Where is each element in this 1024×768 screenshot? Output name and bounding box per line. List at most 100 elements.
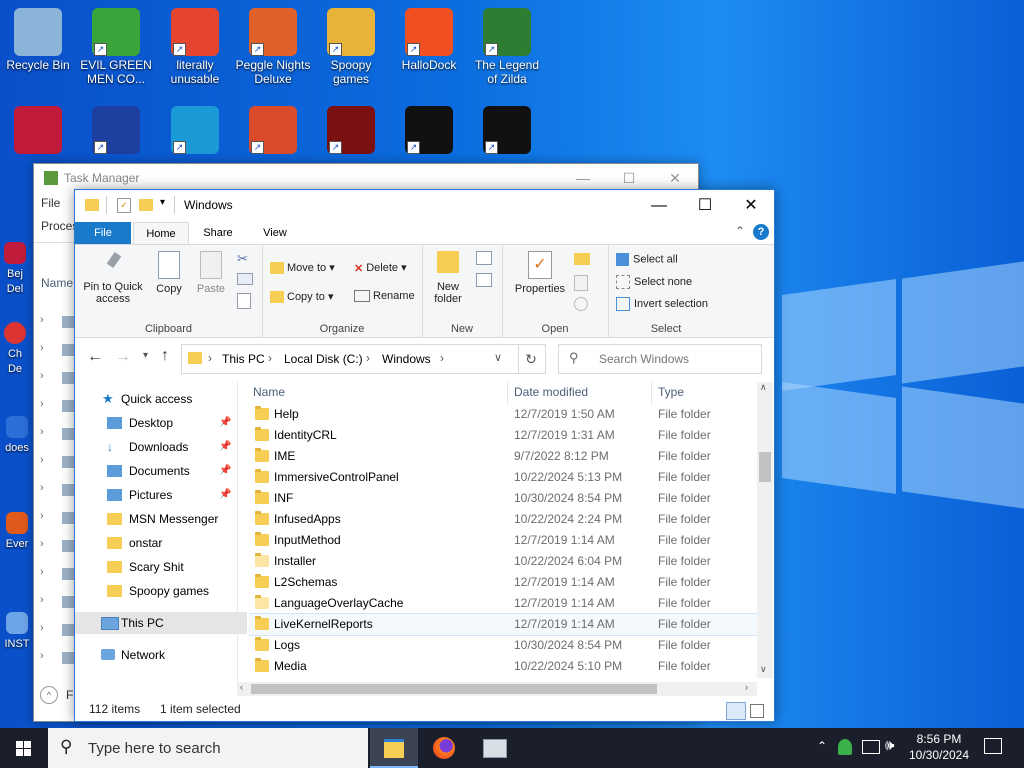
column-type[interactable]: Type [658, 382, 684, 402]
fewer-details-link[interactable]: F [66, 688, 73, 702]
refresh-icon[interactable]: ↻ [517, 344, 546, 374]
copy-path-icon[interactable] [237, 273, 253, 285]
vertical-scrollbar[interactable]: ∧ ∨ [757, 382, 773, 678]
expand-process-icon[interactable]: › [40, 342, 44, 354]
expand-process-icon[interactable]: › [40, 594, 44, 606]
taskbar-file-explorer[interactable] [370, 728, 418, 768]
breadcrumb-windows[interactable]: Windows [382, 352, 431, 366]
close-icon[interactable]: ✕ [652, 164, 698, 192]
address-bar[interactable]: › This PC › Local Disk (C:) › Windows › … [181, 344, 519, 374]
nav-item[interactable]: MSN Messenger [75, 508, 247, 530]
table-row[interactable]: Help 12/7/2019 1:50 AM File folder [249, 404, 757, 425]
desktop-icon-ever[interactable]: Ever [0, 512, 34, 551]
move-to-button[interactable]: Move to ▾ [270, 261, 335, 275]
table-row[interactable]: ImmersiveControlPanel 10/22/2024 5:13 PM F… [249, 467, 757, 488]
network-icon[interactable] [862, 740, 880, 754]
expand-process-icon[interactable]: › [40, 454, 44, 466]
desktop-icon[interactable]: ↗ [235, 106, 311, 156]
nav-this-pc[interactable]: This PC [75, 612, 247, 634]
taskbar-search-input[interactable]: Type here to search [88, 740, 221, 757]
tab-share[interactable]: Share [193, 222, 243, 244]
copy-to-button[interactable]: Copy to ▾ [270, 290, 334, 304]
details-view-icon[interactable] [726, 702, 746, 720]
copy-button[interactable]: Copy [151, 251, 187, 295]
minimize-icon[interactable]: — [560, 164, 606, 192]
back-icon[interactable]: ← [87, 348, 103, 366]
expand-process-icon[interactable]: › [40, 482, 44, 494]
expand-process-icon[interactable]: › [40, 510, 44, 522]
scroll-right-icon[interactable]: › [745, 682, 748, 692]
table-row[interactable]: Logs 10/30/2024 8:54 PM File folder [249, 635, 757, 656]
table-row[interactable]: LanguageOverlayCache 12/7/2019 1:14 AM Fil… [249, 593, 757, 614]
nav-item[interactable]: onstar [75, 532, 247, 554]
taskbar-firefox[interactable] [420, 728, 468, 768]
expand-process-icon[interactable]: › [40, 426, 44, 438]
nav-item[interactable]: Desktop 📌 [75, 412, 247, 434]
task-manager-tab-processes[interactable]: Proces [41, 219, 78, 233]
delete-button[interactable]: ✕ Delete ▾ [354, 261, 407, 275]
start-button[interactable] [0, 728, 48, 768]
help-icon[interactable]: ? [753, 224, 769, 240]
table-row[interactable]: IdentityCRL 12/7/2019 1:31 AM File folder [249, 425, 757, 446]
expand-process-icon[interactable]: › [40, 538, 44, 550]
table-row[interactable]: Installer 10/22/2024 6:04 PM File folder [249, 551, 757, 572]
desktop-icon-inst[interactable]: INST [0, 612, 34, 651]
tab-home[interactable]: Home [133, 222, 189, 245]
expand-process-icon[interactable]: › [40, 566, 44, 578]
properties-quick-icon[interactable]: ✓ [117, 198, 131, 213]
table-row[interactable]: INF 10/30/2024 8:54 PM File folder [249, 488, 757, 509]
maximize-icon[interactable]: ☐ [606, 164, 652, 192]
task-manager-menu-file[interactable]: File [41, 196, 60, 210]
expand-process-icon[interactable]: › [40, 370, 44, 382]
maximize-icon[interactable]: ☐ [682, 190, 728, 222]
desktop-icon[interactable]: ↗ [78, 106, 154, 156]
table-row[interactable]: IME 9/7/2022 8:12 PM File folder [249, 446, 757, 467]
nav-item[interactable]: ↓ Downloads 📌 [75, 436, 247, 458]
desktop-icon[interactable]: ↗ HalloDock [391, 8, 467, 72]
large-icons-view-icon[interactable] [748, 702, 764, 718]
open-icon[interactable] [574, 253, 590, 265]
expand-process-icon[interactable]: › [40, 314, 44, 326]
volume-icon[interactable]: 🕪 [885, 737, 894, 754]
horizontal-scroll-thumb[interactable] [251, 684, 657, 694]
select-none-button[interactable]: Select none [616, 275, 692, 289]
collapse-ribbon-icon[interactable]: ⌃ [735, 224, 745, 238]
taskbar-search-box[interactable]: ⚲ Type here to search [48, 728, 368, 768]
rename-button[interactable]: Rename [354, 290, 415, 303]
search-input[interactable]: Search Windows [599, 352, 689, 366]
nav-item[interactable]: Pictures 📌 [75, 484, 247, 506]
nav-item[interactable]: Documents 📌 [75, 460, 247, 482]
pin-to-quick-access-button[interactable]: Pin to Quick access [81, 251, 145, 305]
up-icon[interactable]: ↑ [161, 347, 169, 365]
nav-network[interactable]: Network [75, 644, 247, 666]
expand-process-icon[interactable]: › [40, 398, 44, 410]
history-icon[interactable] [574, 297, 588, 311]
search-box[interactable]: ⚲ Search Windows [558, 344, 762, 374]
nav-item[interactable]: Scary Shit [75, 556, 247, 578]
expand-process-icon[interactable]: › [40, 622, 44, 634]
table-row[interactable]: InputMethod 12/7/2019 1:14 AM File folder [249, 530, 757, 551]
recent-locations-icon[interactable]: ▾ [143, 350, 148, 361]
paste-shortcut-icon[interactable] [237, 293, 251, 309]
properties-button[interactable]: ✓ Properties [510, 251, 570, 295]
desktop-icon-does[interactable]: does [0, 416, 34, 455]
file-explorer-window[interactable]: ✓ ▾ Windows — ☐ ✕ File Home Share View ⌃… [74, 189, 775, 722]
desktop-icon[interactable]: ↗ Peggle Nights Deluxe [235, 8, 311, 86]
desktop-icon[interactable]: ↗ EVIL GREEN MEN CO... [78, 8, 154, 86]
edit-icon[interactable] [574, 275, 588, 291]
chevron-up-icon[interactable]: ^ [40, 686, 58, 704]
scroll-up-icon[interactable]: ∧ [760, 382, 767, 393]
desktop-icon[interactable]: ↗ [469, 106, 545, 156]
desktop-icon[interactable]: ↗ [313, 106, 389, 156]
close-icon[interactable]: ✕ [728, 190, 774, 222]
forward-icon[interactable]: → [115, 348, 131, 366]
table-row[interactable]: Media 10/22/2024 5:10 PM File folder [249, 656, 757, 677]
tab-view[interactable]: View [249, 222, 301, 244]
nav-item[interactable]: Spoopy games [75, 580, 247, 602]
column-name[interactable]: Name [253, 382, 285, 402]
pin-icon[interactable]: 📌 [219, 460, 231, 482]
desktop-icon-chrome-dev[interactable]: Ch De [0, 322, 30, 376]
taskbar-clock[interactable]: 8:56 PM 10/30/2024 [905, 731, 973, 763]
show-hidden-icons-icon[interactable]: ⌃ [817, 739, 827, 753]
vertical-scroll-thumb[interactable] [759, 452, 771, 482]
